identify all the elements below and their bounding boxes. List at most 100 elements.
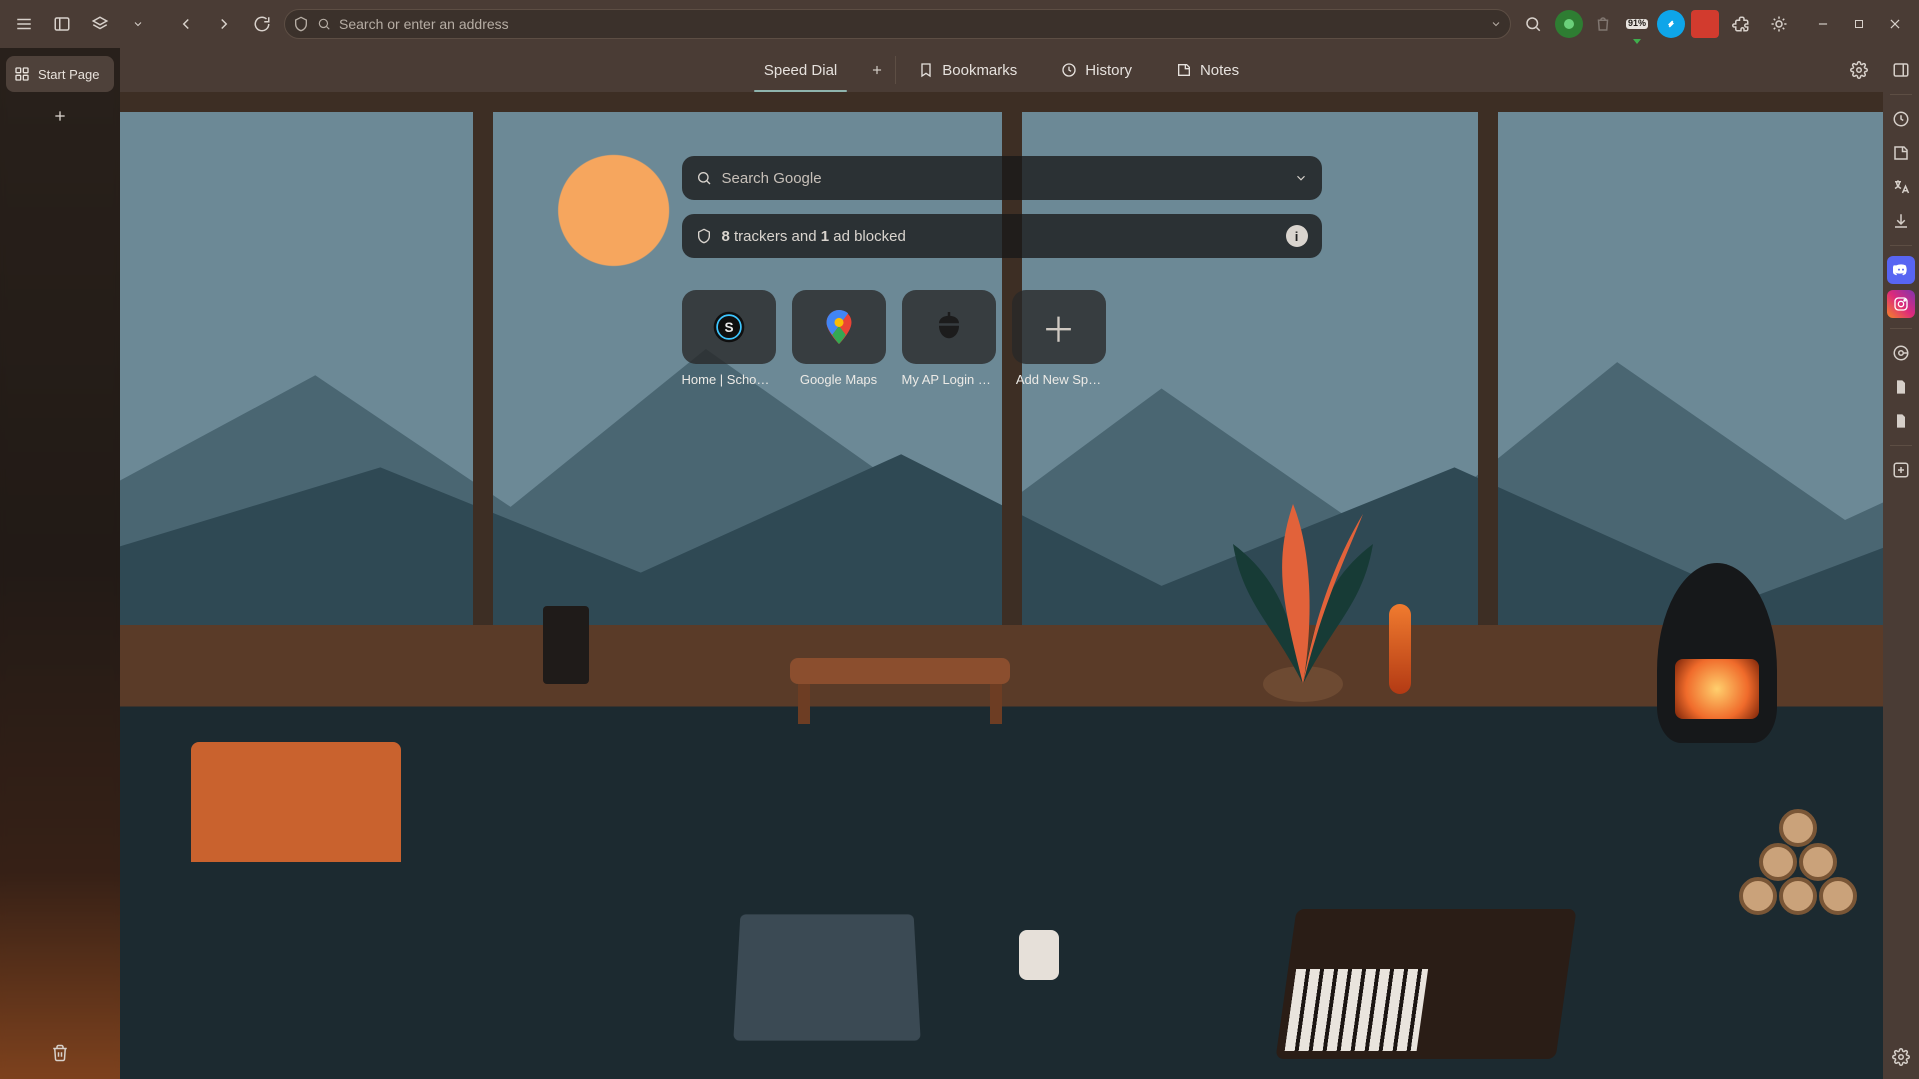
theme-button[interactable] — [1763, 8, 1795, 40]
clock-icon — [1892, 110, 1910, 128]
nav-back-button[interactable] — [170, 8, 202, 40]
minimize-icon — [1816, 17, 1830, 31]
tab-label: Start Page — [38, 67, 99, 82]
circle-icon — [1563, 18, 1575, 30]
panel-downloads[interactable] — [1887, 207, 1915, 235]
panel-notes[interactable] — [1887, 139, 1915, 167]
clock-icon — [1061, 62, 1077, 78]
sparkle-icon — [1770, 15, 1788, 33]
dial-label: Home | Schoology — [682, 372, 776, 387]
chevron-down-icon[interactable] — [1490, 18, 1502, 30]
download-icon — [1892, 212, 1910, 230]
nav-bookmarks[interactable]: Bookmarks — [896, 48, 1039, 92]
nav-history[interactable]: History — [1039, 48, 1154, 92]
blocker-text: 8 trackers and 1 ad blocked — [722, 228, 906, 245]
gear-icon — [1892, 1048, 1910, 1066]
plant-prop — [1213, 484, 1393, 704]
panel-add[interactable] — [1887, 456, 1915, 484]
address-placeholder: Search or enter an address — [339, 16, 1482, 32]
nav-label: History — [1085, 62, 1132, 79]
mug-prop — [1019, 930, 1059, 980]
close-icon — [1888, 17, 1902, 31]
start-page-settings[interactable] — [1843, 54, 1875, 86]
panel-toggle[interactable] — [1887, 56, 1915, 84]
panel-settings[interactable] — [1887, 1043, 1915, 1071]
dial-label: Google Maps — [800, 372, 877, 387]
extensions-button[interactable] — [1725, 8, 1757, 40]
new-tab-button[interactable] — [44, 100, 76, 132]
add-speed-dial[interactable]: ＋ Add New Sp… — [1012, 290, 1106, 387]
dial-label: Add New Sp… — [1016, 372, 1101, 387]
chevron-down-icon — [132, 18, 144, 30]
nav-notes[interactable]: Notes — [1154, 48, 1261, 92]
bag-icon — [1594, 15, 1612, 33]
blocker-info-button[interactable]: i — [1286, 225, 1308, 247]
tab-start-page[interactable]: Start Page — [6, 56, 114, 92]
nav-add-group[interactable] — [859, 48, 895, 92]
chair-prop — [191, 742, 401, 862]
s-icon — [1664, 17, 1678, 31]
center-panel: 8 trackers and 1 ad blocked i S Home | S… — [682, 156, 1322, 387]
extension-battery[interactable]: 91% — [1623, 10, 1651, 38]
chevron-left-icon — [177, 15, 195, 33]
trash-icon — [51, 1044, 69, 1062]
sidebar-icon — [1892, 61, 1910, 79]
hamburger-icon — [15, 15, 33, 33]
plus-icon — [870, 63, 884, 77]
plant-icon — [1213, 484, 1393, 704]
workspaces-dropdown[interactable] — [122, 8, 154, 40]
search-button[interactable] — [1517, 8, 1549, 40]
battery-badge: 91% — [1626, 19, 1648, 29]
file-icon — [1893, 413, 1909, 429]
chevron-down-icon[interactable] — [1294, 171, 1308, 185]
speed-dial-tile[interactable]: My AP Login – C… — [902, 290, 996, 387]
discord-icon — [1893, 262, 1909, 278]
search-input[interactable] — [722, 170, 1284, 187]
tab-strip: Start Page — [0, 48, 120, 1079]
speed-dial-icon — [14, 66, 30, 82]
address-bar[interactable]: Search or enter an address — [284, 9, 1511, 39]
web-panel-instagram[interactable] — [1887, 290, 1915, 318]
blocker-mid2: ad blocked — [829, 228, 906, 245]
info-icon: i — [1295, 229, 1299, 244]
reload-icon — [253, 15, 271, 33]
plus-icon: ＋ — [1042, 303, 1076, 352]
speed-dial-tile[interactable]: S Home | Schoology — [682, 290, 776, 387]
close-button[interactable] — [1879, 8, 1911, 40]
note-icon — [1176, 62, 1192, 78]
web-panel-discord[interactable] — [1887, 256, 1915, 284]
panel-clock[interactable] — [1887, 105, 1915, 133]
panel-toggle-button[interactable] — [46, 8, 78, 40]
nav-speed-dial[interactable]: Speed Dial — [742, 48, 859, 92]
maximize-button[interactable] — [1843, 8, 1875, 40]
plus-square-icon — [1892, 461, 1910, 479]
panel-reader[interactable] — [1887, 339, 1915, 367]
panel-file-2[interactable] — [1887, 407, 1915, 435]
panel-file-1[interactable] — [1887, 373, 1915, 401]
bench-prop — [790, 658, 1010, 684]
reload-button[interactable] — [246, 8, 278, 40]
speaker-prop — [543, 606, 589, 684]
speed-dial-tile[interactable]: Google Maps — [792, 290, 886, 387]
panel-translate[interactable] — [1887, 173, 1915, 201]
nav-forward-button[interactable] — [208, 8, 240, 40]
tracker-blocker-summary[interactable]: 8 trackers and 1 ad blocked i — [682, 214, 1322, 258]
extension-red[interactable] — [1691, 10, 1719, 38]
search-icon — [1524, 15, 1542, 33]
extension-shazam[interactable] — [1657, 10, 1685, 38]
nav-label: Speed Dial — [764, 62, 837, 79]
maximize-icon — [1853, 18, 1865, 30]
extension-green[interactable] — [1555, 10, 1583, 38]
speed-dial-search[interactable] — [682, 156, 1322, 200]
minimize-button[interactable] — [1807, 8, 1839, 40]
keyboard-prop — [1275, 909, 1576, 1059]
closed-tabs-button[interactable] — [44, 1037, 76, 1069]
puzzle-icon — [1732, 15, 1750, 33]
blocker-mid1: trackers and — [730, 228, 821, 245]
menu-button[interactable] — [8, 8, 40, 40]
note-icon — [1892, 144, 1910, 162]
download-arrow-icon — [1633, 39, 1641, 44]
extension-disabled[interactable] — [1589, 10, 1617, 38]
workspaces-button[interactable] — [84, 8, 116, 40]
start-page-body: 8 trackers and 1 ad blocked i S Home | S… — [120, 92, 1883, 1079]
